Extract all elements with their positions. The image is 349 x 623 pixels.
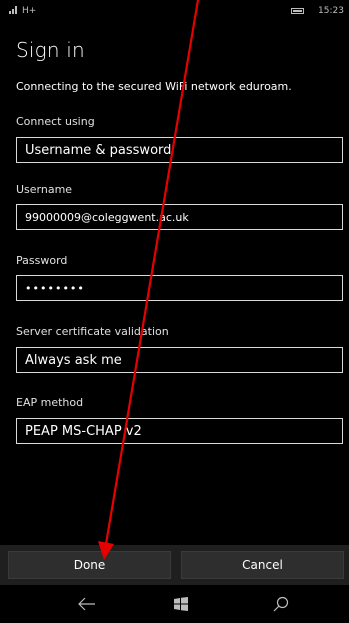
back-arrow-icon — [78, 597, 95, 611]
connection-description: Connecting to the secured WiFi network e… — [16, 80, 292, 93]
navigation-bar — [0, 585, 349, 623]
connect-using-label: Connect using — [16, 115, 95, 128]
clock: 15:23 — [318, 6, 344, 16]
annotation-arrow — [98, 0, 200, 560]
server-certificate-select[interactable]: Always ask me — [16, 347, 343, 373]
app-bar: Done Cancel — [0, 545, 349, 585]
sign-in-screen: H+ 15:23 Sign in Connecting to the secur… — [0, 0, 349, 623]
signal-icon — [9, 6, 17, 14]
network-type: H+ — [22, 6, 37, 16]
server-certificate-label: Server certificate validation — [16, 325, 169, 338]
back-button[interactable] — [74, 592, 100, 616]
username-label: Username — [16, 183, 73, 196]
start-button[interactable] — [168, 592, 194, 616]
search-icon — [273, 596, 289, 612]
connect-using-select[interactable]: Username & password — [16, 137, 343, 163]
done-button[interactable]: Done — [8, 551, 171, 579]
password-input[interactable]: •••••••• — [16, 275, 343, 301]
windows-logo-icon — [174, 597, 188, 611]
search-button[interactable] — [268, 592, 294, 616]
page-title: Sign in — [16, 38, 85, 62]
eap-method-label: EAP method — [16, 396, 84, 409]
eap-method-select[interactable]: PEAP MS-CHAP v2 — [16, 418, 343, 444]
cancel-button[interactable]: Cancel — [181, 551, 344, 579]
status-bar: H+ 15:23 — [0, 0, 349, 24]
username-input[interactable]: 99000009@coleggwent.ac.uk — [16, 204, 343, 230]
password-label: Password — [16, 254, 68, 267]
battery-icon — [291, 8, 304, 14]
